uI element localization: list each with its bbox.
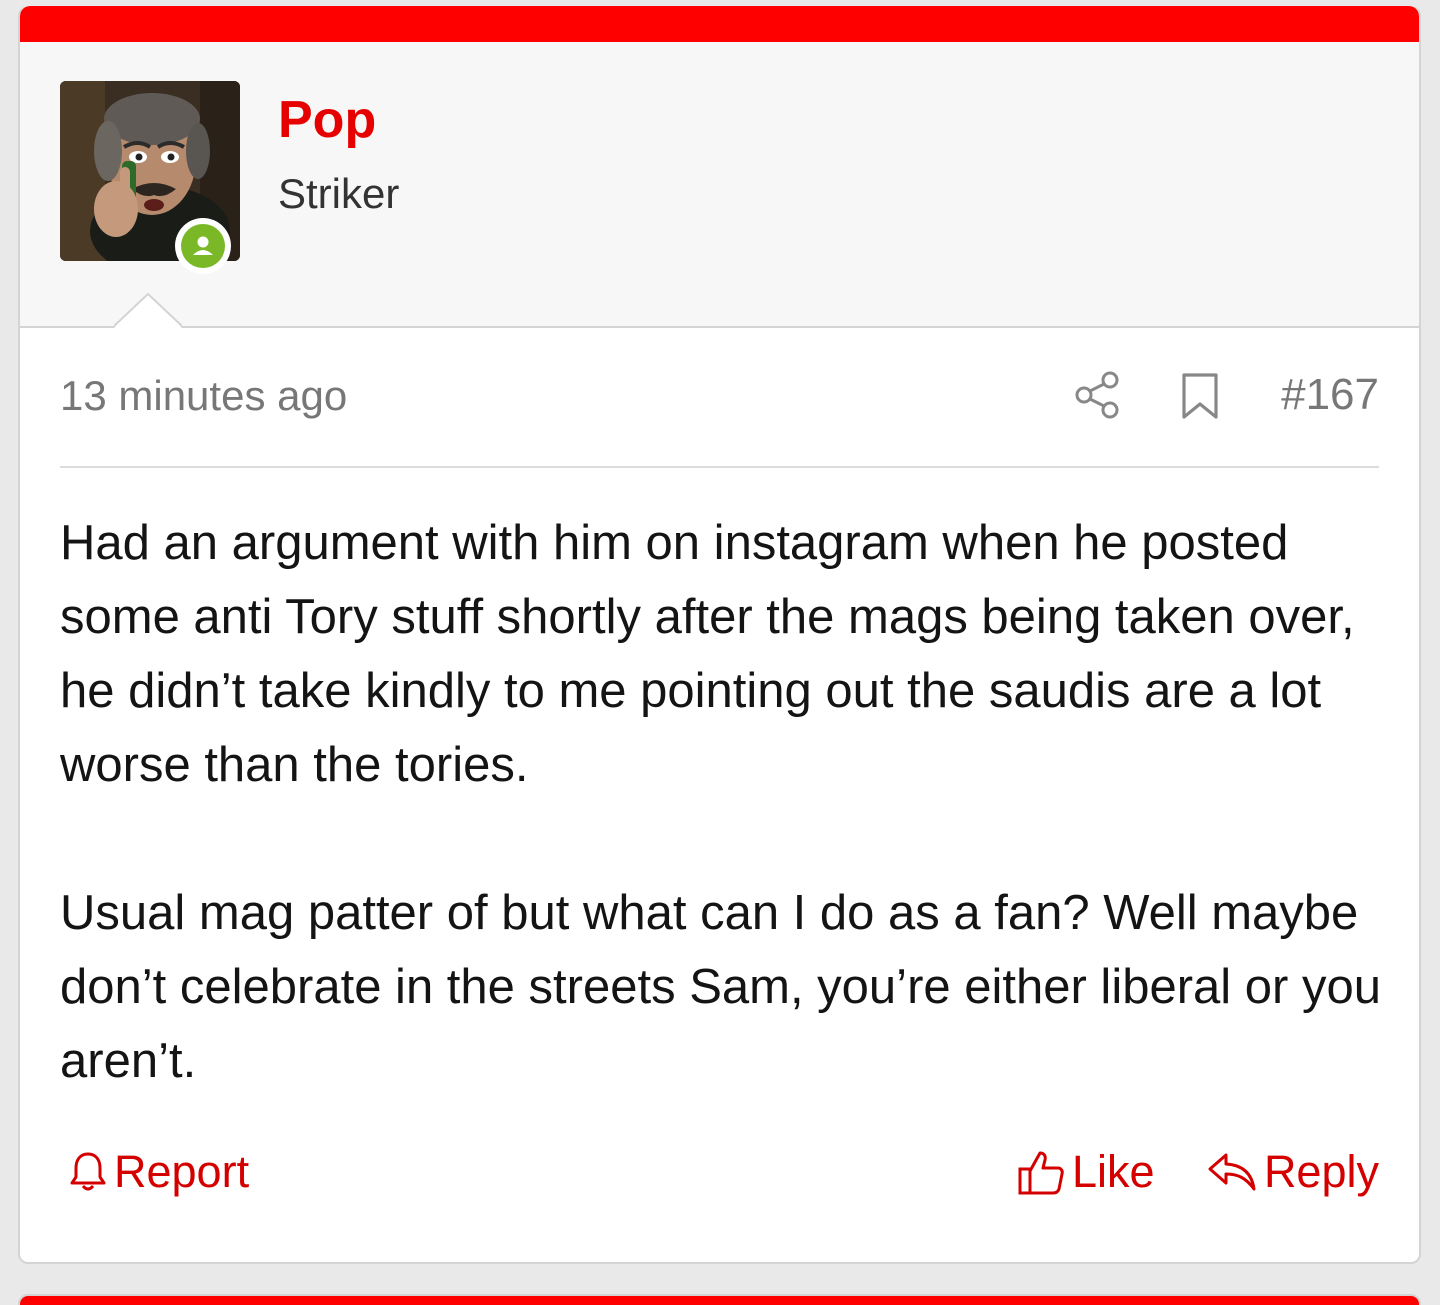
forum-post: Pop Striker 13 minutes ago #167 Had an a… [18, 6, 1421, 1264]
next-post-top-edge [18, 1294, 1421, 1305]
post-paragraph: Usual mag patter of but what can I do as… [60, 886, 1381, 1088]
author-name[interactable]: Pop [278, 90, 376, 150]
post-body: Had an argument with him on instagram wh… [60, 506, 1383, 1098]
online-user-icon [193, 236, 213, 255]
reply-arrow-icon [1208, 1153, 1256, 1191]
share-icon[interactable] [1074, 370, 1120, 420]
online-status-badge [175, 218, 231, 274]
author-pointer-arrow [114, 292, 182, 328]
reply-label: Reply [1263, 1146, 1379, 1197]
post-author-block: Pop Striker [20, 42, 1419, 328]
post-number-link[interactable]: #167 [1281, 370, 1379, 420]
post-accent-bar [20, 6, 1419, 42]
page: Pop Striker 13 minutes ago #167 Had an a… [0, 0, 1440, 1305]
post-timestamp[interactable]: 13 minutes ago [60, 372, 347, 420]
thumbs-up-icon [1018, 1151, 1064, 1195]
author-title: Striker [278, 170, 400, 217]
meta-divider [60, 466, 1379, 468]
post-meta-row: 13 minutes ago #167 [60, 368, 1379, 438]
reply-button[interactable]: Reply [1206, 1146, 1379, 1198]
bookmark-icon[interactable] [1180, 372, 1220, 420]
bell-icon [70, 1152, 106, 1191]
report-label: Report [114, 1146, 250, 1197]
post-actions: Report Like Reply [60, 1146, 1379, 1210]
report-button[interactable]: Report [68, 1146, 249, 1198]
next-post-accent-bar [20, 1296, 1419, 1305]
like-button[interactable]: Like [1016, 1146, 1155, 1198]
post-paragraph: Had an argument with him on instagram wh… [60, 516, 1355, 792]
like-label: Like [1072, 1146, 1155, 1197]
